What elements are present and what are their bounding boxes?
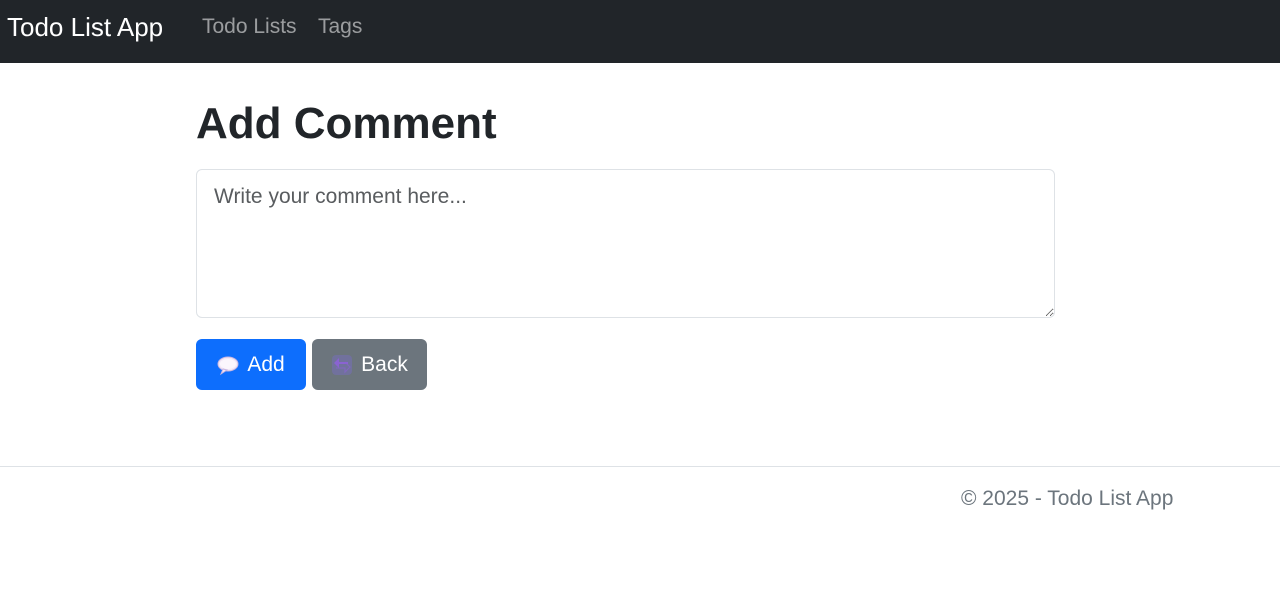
page-title: Add Comment [196,99,497,148]
brand-link[interactable]: Todo List App [7,11,163,43]
nav-link-tags[interactable]: Tags [318,14,362,40]
back-arrow-icon [331,354,353,376]
nav-link-todo-lists[interactable]: Todo Lists [202,14,297,40]
comment-textarea[interactable] [196,169,1055,318]
footer-divider [0,466,1280,467]
speech-bubble-icon [217,354,239,376]
top-navbar: Todo List App Todo Lists Tags [0,0,1280,63]
add-comment-button[interactable]: Add [196,339,306,390]
back-button-label: Back [361,352,408,376]
footer-copyright: © 2025 - Todo List App [961,487,1174,510]
back-button[interactable]: Back [312,339,427,390]
add-button-label: Add [247,352,285,376]
